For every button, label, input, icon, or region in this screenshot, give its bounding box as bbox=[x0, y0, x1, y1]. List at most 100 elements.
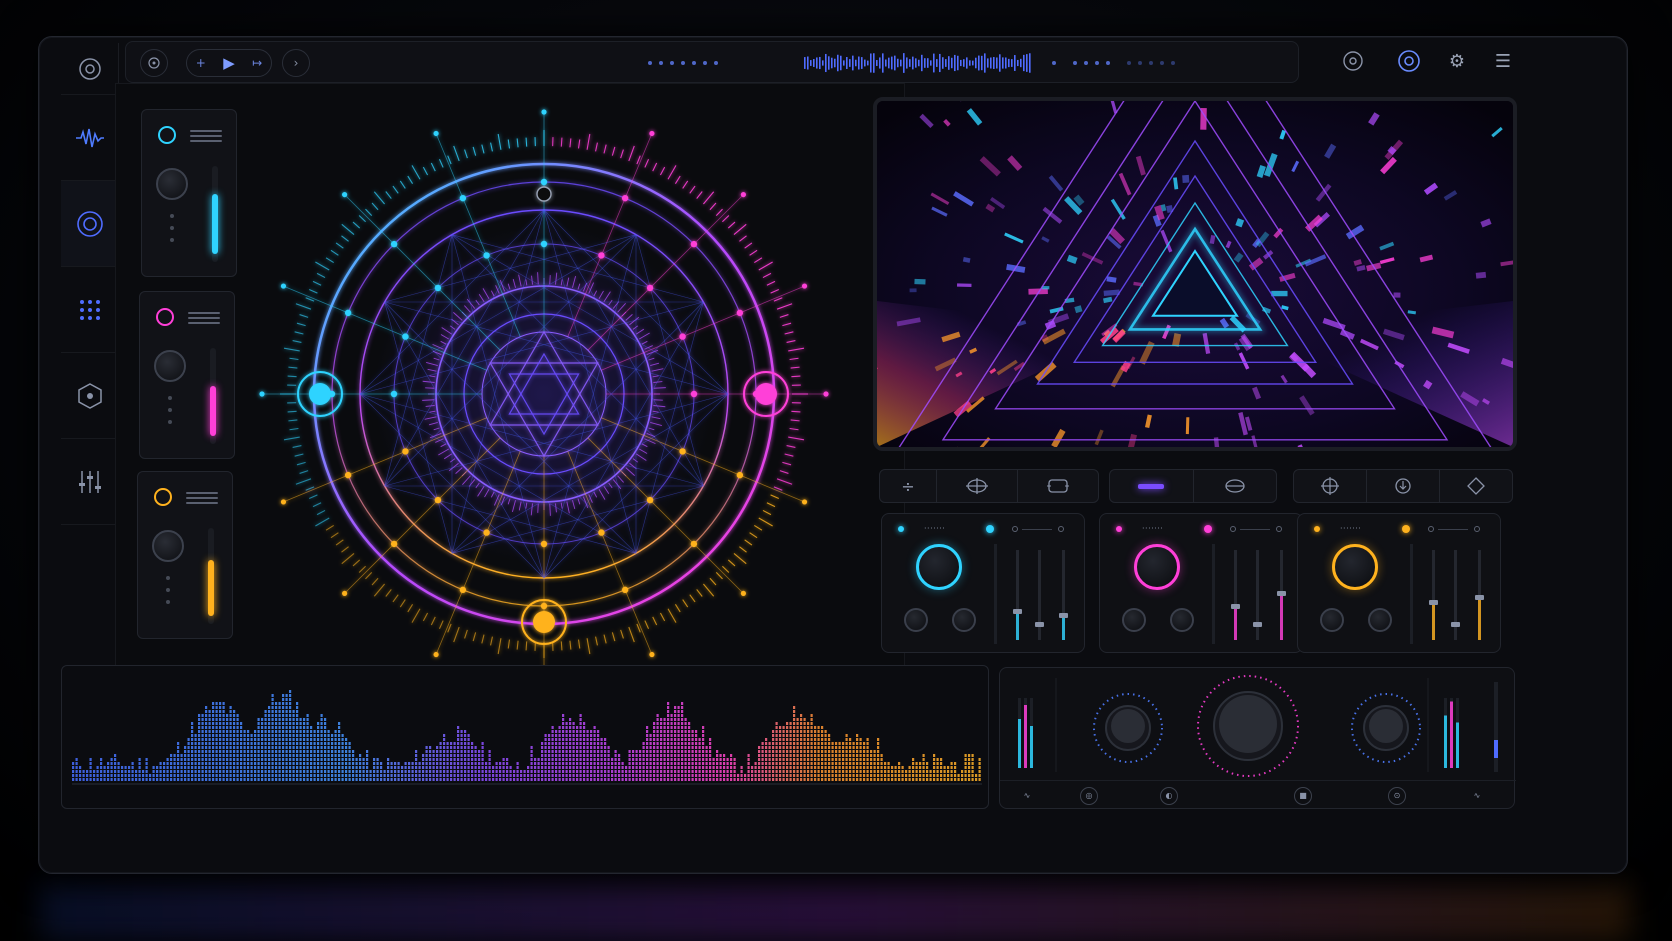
outer-tick bbox=[399, 180, 406, 189]
video-preview[interactable] bbox=[873, 97, 1517, 451]
node-dot bbox=[740, 191, 747, 198]
next-button[interactable]: › bbox=[282, 49, 310, 77]
mini-wave-bar bbox=[990, 57, 992, 69]
menu-button[interactable]: ☰ bbox=[1489, 47, 1517, 75]
spectrum-bar bbox=[275, 730, 278, 733]
deck-fader[interactable] bbox=[1429, 550, 1438, 640]
sync-icon[interactable]: ◐ bbox=[1160, 786, 1178, 805]
mini-waveform[interactable] bbox=[804, 51, 1034, 75]
download-button[interactable] bbox=[1367, 470, 1440, 502]
rail-item-grid[interactable] bbox=[61, 267, 119, 353]
crosshair-button[interactable] bbox=[937, 470, 1018, 502]
loop-icon[interactable]: ◎ bbox=[1080, 786, 1098, 805]
channel-knob[interactable] bbox=[154, 350, 186, 382]
spectrum-bar bbox=[586, 778, 589, 781]
bar-mode-button[interactable] bbox=[1110, 470, 1194, 502]
spectrum-bar bbox=[411, 762, 414, 765]
logo-button[interactable] bbox=[61, 43, 119, 95]
rail-item-waveform[interactable] bbox=[61, 95, 119, 181]
spectrum-analyzer[interactable] bbox=[61, 665, 989, 809]
spectrum-bar bbox=[593, 746, 596, 749]
spectrum-bar bbox=[271, 698, 274, 701]
spectrum-bar bbox=[236, 770, 239, 773]
deck-small-knob[interactable] bbox=[952, 608, 976, 632]
active-view-button[interactable] bbox=[1395, 47, 1423, 75]
channel-menu-icon[interactable] bbox=[188, 312, 220, 327]
rail-item-mixer[interactable] bbox=[61, 439, 119, 525]
settings-button[interactable]: ⚙ bbox=[1443, 47, 1471, 75]
deck-mini-toggle[interactable] bbox=[1230, 526, 1236, 532]
deck-fader[interactable] bbox=[1475, 550, 1484, 640]
channel-fader[interactable] bbox=[208, 528, 214, 624]
pulse-icon[interactable]: ∿ bbox=[1468, 787, 1486, 805]
deck-fader[interactable] bbox=[1013, 550, 1022, 640]
back-icon[interactable]: + bbox=[196, 56, 206, 70]
align-button[interactable]: ÷ bbox=[880, 470, 937, 502]
mandala-visualizer[interactable] bbox=[239, 89, 849, 699]
compass-button[interactable] bbox=[1294, 470, 1367, 502]
deck-small-knob[interactable] bbox=[1122, 608, 1146, 632]
deck-fader[interactable] bbox=[1059, 550, 1068, 640]
deck-mini-toggle[interactable] bbox=[1428, 526, 1434, 532]
spectrum-bar bbox=[712, 766, 715, 769]
spectrum-bar bbox=[415, 754, 418, 757]
channel-fader[interactable] bbox=[212, 166, 218, 262]
spectrum-bar bbox=[306, 734, 309, 737]
deck-mini-toggle[interactable] bbox=[1012, 526, 1018, 532]
rail-item-visualizer[interactable] bbox=[61, 181, 119, 267]
deck-mini-toggle[interactable] bbox=[1276, 526, 1282, 532]
channel-knob[interactable] bbox=[156, 168, 188, 200]
ellipse-mode-button[interactable] bbox=[1194, 470, 1277, 502]
spectrum-bar bbox=[208, 762, 211, 765]
channel-led[interactable] bbox=[158, 126, 176, 144]
play-icon[interactable]: ▶ bbox=[223, 54, 235, 72]
spectrum-bar bbox=[866, 742, 869, 745]
spectrum-bar bbox=[856, 762, 859, 765]
deck-small-knob[interactable] bbox=[1320, 608, 1344, 632]
cue-icon[interactable]: ⊙ bbox=[1388, 786, 1406, 805]
deck-fader[interactable] bbox=[1035, 550, 1044, 640]
deck-main-knob[interactable] bbox=[1134, 544, 1180, 590]
channel-led[interactable] bbox=[154, 488, 172, 506]
deck-mini-toggle[interactable] bbox=[1058, 526, 1064, 532]
target-button[interactable] bbox=[140, 49, 168, 77]
spectrum-bar bbox=[779, 726, 782, 729]
channel-led[interactable] bbox=[156, 308, 174, 326]
spectrum-bar bbox=[194, 742, 197, 745]
spectrum-bar bbox=[656, 726, 659, 729]
deck-fader[interactable] bbox=[1277, 550, 1286, 640]
channel-menu-icon[interactable] bbox=[186, 492, 218, 507]
deck-fader[interactable] bbox=[1231, 550, 1240, 640]
spectrum-bar bbox=[460, 742, 463, 745]
deck-small-knob[interactable] bbox=[1368, 608, 1392, 632]
deck-main-knob[interactable] bbox=[1332, 544, 1378, 590]
deck-fader[interactable] bbox=[1451, 550, 1460, 640]
deck-main-knob[interactable] bbox=[916, 544, 962, 590]
pulse-icon[interactable]: ∿ bbox=[1018, 787, 1036, 805]
spectrum-bar bbox=[810, 738, 813, 741]
spectrum-bar bbox=[331, 758, 334, 761]
deck-fader[interactable] bbox=[1253, 550, 1262, 640]
spectrum-bar bbox=[156, 774, 159, 777]
spectrum-bar bbox=[387, 758, 390, 761]
spectrum-bar bbox=[355, 766, 358, 769]
deck-mini-toggle[interactable] bbox=[1474, 526, 1480, 532]
channel-fader[interactable] bbox=[210, 348, 216, 444]
diamond-button[interactable] bbox=[1440, 470, 1512, 502]
rail-item-shapes[interactable] bbox=[61, 353, 119, 439]
mini-wave-bar bbox=[1014, 55, 1016, 71]
channel-menu-icon[interactable] bbox=[190, 130, 222, 145]
forward-icon[interactable]: ↦ bbox=[252, 56, 262, 70]
view-button[interactable] bbox=[1339, 47, 1367, 75]
spectrum-bar bbox=[558, 754, 561, 757]
deck-small-knob[interactable] bbox=[1170, 608, 1194, 632]
spectrum-bar bbox=[565, 734, 568, 737]
spectrum-bar bbox=[229, 714, 232, 717]
spectrum-bar bbox=[264, 726, 267, 729]
deck-small-knob[interactable] bbox=[904, 608, 928, 632]
spectrum-bar bbox=[667, 746, 670, 749]
channel-knob[interactable] bbox=[152, 530, 184, 562]
spectrum-bar bbox=[653, 726, 656, 729]
record-icon[interactable]: ■ bbox=[1294, 786, 1312, 805]
frame-button[interactable] bbox=[1018, 470, 1098, 502]
